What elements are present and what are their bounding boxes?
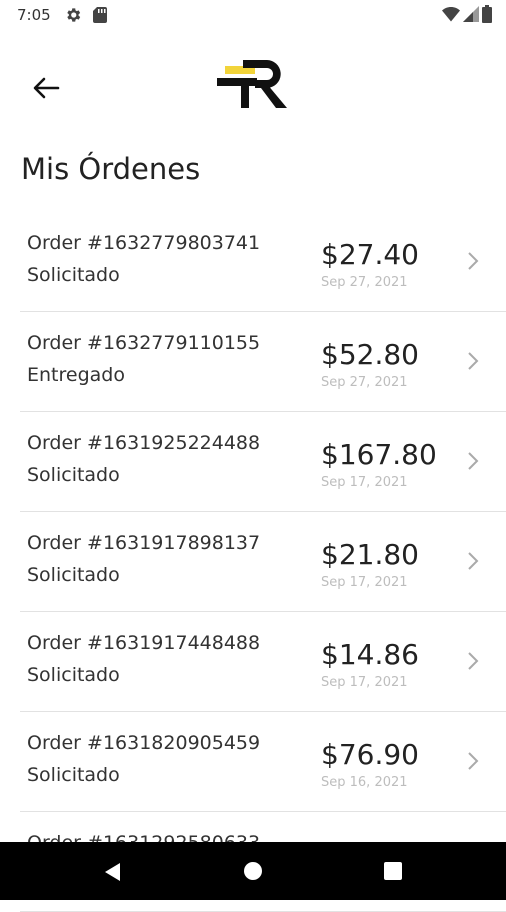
- chevron-right-icon: [468, 752, 479, 770]
- chevron-right-icon: [468, 452, 479, 470]
- order-row[interactable]: Order #1631917448488 Solicitado $14.86 S…: [20, 612, 506, 712]
- order-row[interactable]: Order #1632779803741 Solicitado $27.40 S…: [20, 212, 506, 312]
- order-number: Order #1631820905459: [27, 732, 261, 754]
- order-row[interactable]: Order #1631820905459 Solicitado $76.90 S…: [20, 712, 506, 812]
- order-amount: $14.86: [321, 638, 419, 671]
- order-status: Solicitado: [27, 264, 120, 286]
- orders-list: Order #1632779803741 Solicitado $27.40 S…: [20, 212, 506, 912]
- battery-icon: [482, 5, 492, 23]
- wifi-icon: [442, 7, 460, 22]
- order-amount: $167.80: [321, 438, 437, 471]
- page-title: Mis Órdenes: [21, 152, 201, 186]
- order-number: Order #1631917898137: [27, 532, 261, 554]
- order-date: Sep 27, 2021: [321, 275, 408, 290]
- order-amount: $52.80: [321, 338, 419, 371]
- order-amount: $21.80: [321, 538, 419, 571]
- order-status: Entregado: [27, 364, 125, 386]
- order-status: Solicitado: [27, 564, 120, 586]
- order-status: Solicitado: [27, 664, 120, 686]
- order-status: Solicitado: [27, 464, 120, 486]
- order-number: Order #1631925224488: [27, 432, 261, 454]
- order-amount: $27.40: [321, 238, 419, 271]
- chevron-right-icon: [468, 552, 479, 570]
- order-amount: $76.90: [321, 738, 419, 771]
- chevron-right-icon: [468, 652, 479, 670]
- order-row[interactable]: Order #1631917898137 Solicitado $21.80 S…: [20, 512, 506, 612]
- chevron-right-icon: [468, 252, 479, 270]
- order-row[interactable]: Order #1631925224488 Solicitado $167.80 …: [20, 412, 506, 512]
- order-date: Sep 27, 2021: [321, 375, 408, 390]
- order-date: Sep 17, 2021: [321, 575, 408, 590]
- order-number: Order #1631917448488: [27, 632, 261, 654]
- order-status: Solicitado: [27, 764, 120, 786]
- order-number: Order #1632779803741: [27, 232, 261, 254]
- status-bar: 7:05: [0, 0, 506, 32]
- cell-signal-icon: [463, 6, 479, 22]
- chevron-right-icon: [468, 352, 479, 370]
- order-row[interactable]: Order #1632779110155 Entregado $52.80 Se…: [20, 312, 506, 412]
- nav-home-icon[interactable]: [242, 860, 264, 882]
- status-time: 7:05: [17, 6, 51, 24]
- system-nav-bar: [0, 842, 506, 900]
- order-date: Sep 17, 2021: [321, 675, 408, 690]
- settings-gear-icon: [67, 8, 81, 22]
- back-arrow-icon[interactable]: [28, 70, 64, 106]
- nav-recents-icon[interactable]: [383, 861, 403, 881]
- order-date: Sep 17, 2021: [321, 475, 408, 490]
- brand-logo: [217, 60, 287, 108]
- nav-back-icon[interactable]: [100, 860, 124, 884]
- order-date: Sep 16, 2021: [321, 775, 408, 790]
- order-number: Order #1632779110155: [27, 332, 261, 354]
- sd-card-icon: [93, 7, 107, 23]
